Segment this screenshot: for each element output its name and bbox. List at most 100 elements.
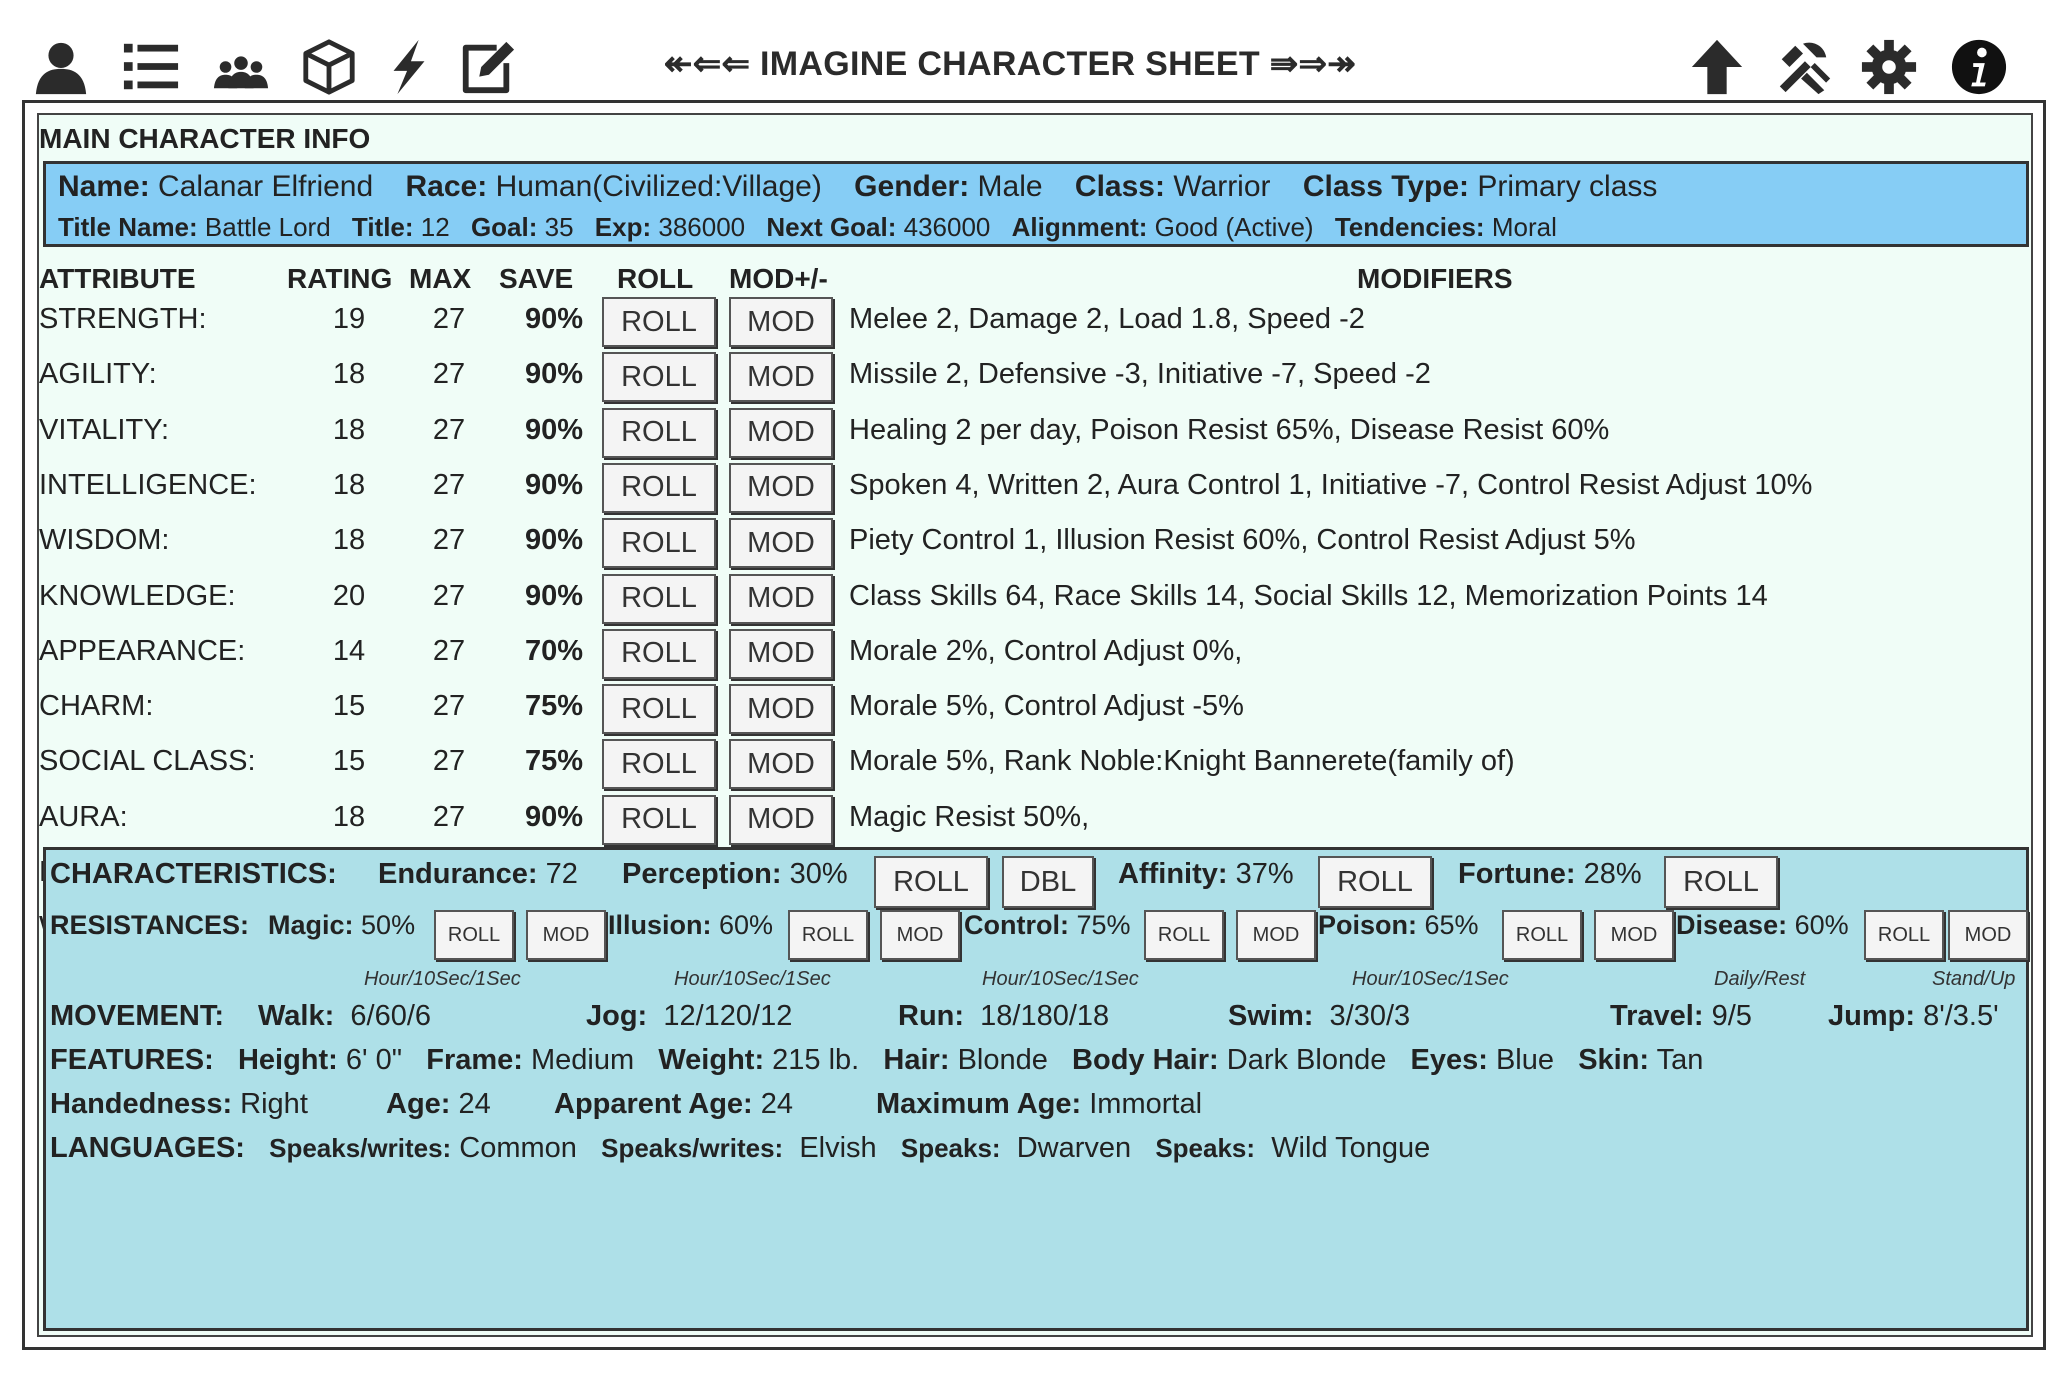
jump-field: Jump: 8'/3.5' (1828, 1000, 1999, 1032)
poison-unit-label: Hour/10Sec/1Sec (1352, 968, 1509, 990)
attribute-roll-button[interactable]: ROLL (602, 407, 716, 458)
attribute-rating: 20 (332, 579, 366, 612)
features-line: FEATURES: Height: 6' 0" Frame: Medium We… (50, 1044, 1704, 1076)
run-field: Run: 18/180/18 (898, 1000, 1110, 1032)
attribute-row: AURA: 18 27 90% ROLL MOD Magic Resist 50%, (39, 791, 2029, 847)
poison-roll-button[interactable]: ROLL (1502, 910, 1582, 960)
apparent-age-field: Apparent Age: 24 (554, 1088, 794, 1120)
attribute-modifiers: Piety Control 1, Illusion Resist 60%, Co… (849, 524, 1636, 557)
attribute-roll-button[interactable]: ROLL (602, 518, 716, 569)
attribute-save: 90% (524, 524, 584, 557)
attribute-max: 27 (432, 524, 466, 557)
perception-roll-button[interactable]: ROLL (874, 856, 988, 908)
attribute-rating: 18 (332, 524, 366, 557)
attribute-max: 27 (432, 634, 466, 667)
lightning-icon[interactable] (378, 36, 440, 98)
attribute-mod-button[interactable]: MOD (729, 684, 833, 735)
affinity-roll-button[interactable]: ROLL (1318, 856, 1432, 908)
goal-field: Goal: 35 (470, 212, 574, 242)
attribute-modifiers: Missile 2, Defensive -3, Initiative -7, … (849, 358, 1431, 391)
characteristics-box: CHARACTERISTICS: Endurance: 72 Perceptio… (43, 847, 2029, 1331)
disease-mod-button[interactable]: MOD (1948, 910, 2028, 960)
attribute-mod-button[interactable]: MOD (729, 794, 833, 845)
characteristics-title: CHARACTERISTICS: (50, 858, 337, 890)
attribute-mod-button[interactable]: MOD (729, 407, 833, 458)
cube-icon[interactable] (298, 36, 360, 98)
disease-period-label: Stand/Up (1932, 968, 2016, 990)
fortune-roll-button[interactable]: ROLL (1664, 856, 1778, 908)
attribute-rating: 18 (332, 358, 366, 391)
attribute-row: KNOWLEDGE: 20 27 90% ROLL MOD Class Skills 64,… (39, 570, 2029, 626)
list-icon[interactable] (120, 36, 182, 98)
attribute-save: 90% (524, 468, 584, 501)
attribute-row: APPEARANCE: 14 27 70% ROLL MOD Morale 2%, Cont… (39, 625, 2029, 681)
jog-field: Jog: 12/120/12 (586, 1000, 793, 1032)
character-sheet: MAIN CHARACTER INFO Name: Calanar Elfrie… (22, 100, 2046, 1350)
attribute-mod-button[interactable]: MOD (729, 462, 833, 513)
header-save: SAVE (499, 263, 574, 294)
attribute-rating: 18 (332, 413, 366, 446)
attribute-save: 90% (524, 579, 584, 612)
attribute-modifiers: Class Skills 64, Race Skills 14, Social … (849, 579, 1768, 612)
illusion-mod-button[interactable]: MOD (880, 910, 960, 960)
poison-mod-button[interactable]: MOD (1594, 910, 1674, 960)
control-mod-button[interactable]: MOD (1236, 910, 1316, 960)
group-icon[interactable] (210, 36, 272, 98)
attribute-max: 27 (432, 468, 466, 501)
attribute-modifiers: Morale 2%, Control Adjust 0%, (849, 634, 1243, 667)
attribute-name: VITALITY: (39, 413, 170, 446)
handedness-field: Handedness: Right (50, 1088, 308, 1120)
attribute-mod-button[interactable]: MOD (729, 739, 833, 790)
tendencies-field: Tendencies: Moral (1334, 212, 1557, 242)
illusion-resist-field: Illusion: 60% (608, 910, 774, 940)
attribute-rating: 18 (332, 468, 366, 501)
attribute-roll-button[interactable]: ROLL (602, 628, 716, 679)
attribute-name: AURA: (39, 800, 128, 833)
magic-roll-button[interactable]: ROLL (434, 910, 514, 960)
attribute-mod-button[interactable]: MOD (729, 297, 833, 347)
fortune-field: Fortune: 28% (1458, 858, 1642, 890)
magic-mod-button[interactable]: MOD (526, 910, 606, 960)
attribute-roll-button[interactable]: ROLL (602, 739, 716, 790)
attribute-rating: 15 (332, 690, 366, 723)
info-line-2: Title Name: Battle Lord Title: 12 Goal: … (58, 212, 1571, 243)
attribute-roll-button[interactable]: ROLL (602, 462, 716, 513)
illusion-roll-button[interactable]: ROLL (788, 910, 868, 960)
header-mod: MOD+/- (729, 263, 828, 294)
control-roll-button[interactable]: ROLL (1144, 910, 1224, 960)
attribute-max: 27 (432, 413, 466, 446)
attribute-roll-button[interactable]: ROLL (602, 352, 716, 403)
attribute-save: 90% (524, 800, 584, 833)
attribute-max: 27 (432, 690, 466, 723)
attribute-mod-button[interactable]: MOD (729, 518, 833, 569)
magic-unit-label: Hour/10Sec/1Sec (364, 968, 521, 990)
affinity-field: Affinity: 37% (1118, 858, 1294, 890)
attribute-max: 27 (432, 303, 466, 335)
arrow-up-icon[interactable] (1686, 36, 1748, 98)
attribute-modifiers: Healing 2 per day, Poison Resist 65%, Di… (849, 413, 1610, 446)
magic-resist-field: Magic: 50% (268, 910, 416, 940)
attribute-modifiers: Spoken 4, Written 2, Aura Control 1, Ini… (849, 468, 1813, 501)
attribute-mod-button[interactable]: MOD (729, 352, 833, 403)
tools-icon[interactable] (1772, 36, 1834, 98)
sheet-content: MAIN CHARACTER INFO Name: Calanar Elfrie… (37, 113, 2033, 1337)
attribute-row: AGILITY: 18 27 90% ROLL MOD Missile 2, Defensi… (39, 348, 2029, 404)
attribute-save: 90% (524, 413, 584, 446)
poison-period-label: Daily/Rest (1714, 968, 1806, 990)
person-icon[interactable] (30, 36, 92, 98)
attribute-roll-button[interactable]: ROLL (602, 684, 716, 735)
edit-icon[interactable] (456, 36, 518, 98)
info-icon[interactable] (1948, 36, 2010, 98)
attribute-mod-button[interactable]: MOD (729, 573, 833, 624)
attribute-mod-button[interactable]: MOD (729, 628, 833, 679)
attribute-roll-button[interactable]: ROLL (602, 794, 716, 845)
gear-icon[interactable] (1858, 36, 1920, 98)
attribute-roll-button[interactable]: ROLL (602, 297, 716, 347)
disease-roll-button[interactable]: ROLL (1864, 910, 1944, 960)
perception-dbl-button[interactable]: DBL (1002, 856, 1094, 908)
attribute-roll-button[interactable]: ROLL (602, 573, 716, 624)
attribute-rating: 15 (332, 745, 366, 778)
poison-resist-field: Poison: 65% (1318, 910, 1479, 940)
header-max: MAX (409, 263, 472, 294)
swim-field: Swim: 3/30/3 (1228, 1000, 1411, 1032)
